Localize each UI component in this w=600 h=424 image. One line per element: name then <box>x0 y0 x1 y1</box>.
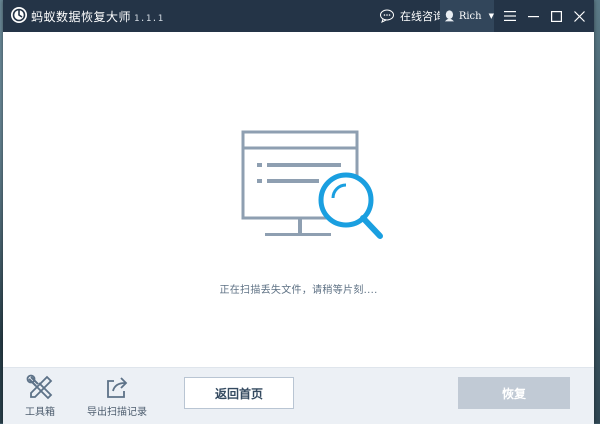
hamburger-menu-icon <box>504 11 516 21</box>
app-title: 蚂蚁数据恢复大师 1.1.1 <box>31 8 164 25</box>
close-icon <box>573 10 585 22</box>
footer-bar: 工具箱 导出扫描记录 返回首页 恢复 <box>3 367 594 424</box>
chat-bubble-icon <box>380 9 394 23</box>
online-consult-button[interactable]: 在线咨询 <box>379 7 444 25</box>
app-version: 1.1.1 <box>134 14 164 24</box>
export-scan-record-button[interactable]: 导出扫描记录 <box>87 374 147 418</box>
export-icon <box>107 377 128 398</box>
title-bar: 蚂蚁数据恢复大师 1.1.1 在线咨询 Rich ▼ <box>3 0 594 32</box>
scan-status-text: 正在扫描丢失文件，请稍等片刻.... <box>219 285 378 296</box>
user-name: Rich <box>458 10 482 22</box>
app-logo-icon <box>11 7 27 23</box>
user-avatar-icon <box>444 10 454 22</box>
user-menu[interactable]: Rich ▼ <box>440 0 494 32</box>
chevron-down-icon: ▼ <box>488 12 494 20</box>
minimize-icon <box>527 15 539 17</box>
online-consult-label: 在线咨询 <box>400 10 444 23</box>
close-button[interactable] <box>565 0 593 32</box>
export-scan-record-label: 导出扫描记录 <box>87 407 147 418</box>
scan-panel: 正在扫描丢失文件，请稍等片刻.... <box>3 32 594 367</box>
app-title-text: 蚂蚁数据恢复大师 <box>31 10 132 24</box>
app-window: 蚂蚁数据恢复大师 1.1.1 在线咨询 Rich ▼ 正在扫描丢失文件，请稍等片… <box>3 0 594 424</box>
monitor-search-icon <box>241 130 383 239</box>
toolbox-icon <box>26 374 53 400</box>
maximize-icon <box>550 10 562 22</box>
toolbox-button[interactable]: 工具箱 <box>25 374 55 418</box>
toolbox-label: 工具箱 <box>25 407 55 418</box>
return-home-button[interactable]: 返回首页 <box>184 377 294 409</box>
recover-button[interactable]: 恢复 <box>458 377 570 409</box>
